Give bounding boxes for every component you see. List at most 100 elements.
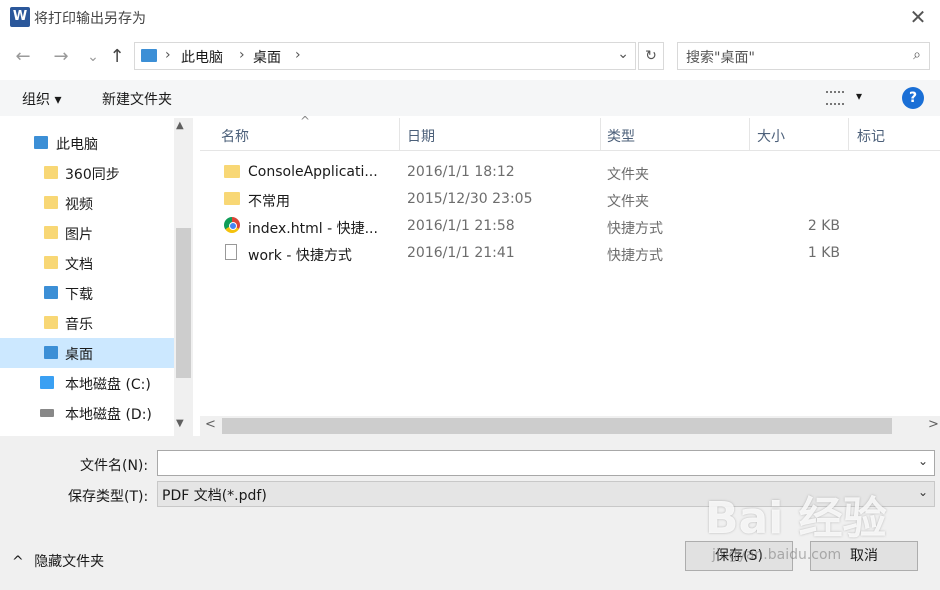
tree-item-label: 视频 <box>65 197 93 213</box>
file-row-work-shortcut[interactable]: work - 快捷方式 2016/1/1 21:41 快捷方式 1 KB <box>200 240 940 267</box>
breadcrumb-desktop[interactable]: 桌面 <box>253 47 281 67</box>
view-options-icon[interactable] <box>826 91 844 105</box>
video-folder-icon <box>44 196 58 209</box>
breadcrumb-this-pc[interactable]: 此电脑 <box>181 47 223 67</box>
pictures-folder-icon <box>44 226 58 239</box>
tree-item-label: 本地磁盘 (D:) <box>65 407 152 423</box>
file-type: 文件夹 <box>607 194 649 210</box>
column-type[interactable]: 类型 <box>607 126 635 146</box>
breadcrumb-separator-icon[interactable]: › <box>295 47 301 63</box>
scroll-down-arrow-icon[interactable]: ▼ <box>176 418 184 429</box>
sync-folder-icon <box>44 166 58 179</box>
scroll-up-arrow-icon[interactable]: ▲ <box>176 120 184 131</box>
filetype-label: 保存类型(T): <box>68 489 149 505</box>
tree-item-downloads[interactable]: 下载 <box>0 278 174 308</box>
column-size[interactable]: 大小 <box>757 126 785 146</box>
scroll-left-arrow-icon[interactable]: < <box>205 417 216 432</box>
scroll-right-arrow-icon[interactable]: > <box>928 417 939 432</box>
tree-item-drive-c[interactable]: 本地磁盘 (C:) <box>0 368 174 398</box>
file-type: 文件夹 <box>607 167 649 183</box>
search-input[interactable]: 搜索"桌面" ⌕ <box>677 42 930 70</box>
address-dropdown-icon[interactable]: ⌄ <box>617 46 629 62</box>
downloads-folder-icon <box>44 286 58 299</box>
help-icon[interactable]: ? <box>902 87 924 109</box>
baidu-watermark-logo: Bai 经验 <box>705 493 887 544</box>
computer-icon <box>34 136 48 149</box>
file-name: index.html - 快捷... <box>248 221 378 237</box>
column-date[interactable]: 日期 <box>407 126 435 146</box>
column-divider[interactable] <box>600 118 601 150</box>
tree-item-label: 桌面 <box>65 347 93 363</box>
drive-icon <box>40 409 54 417</box>
close-button[interactable]: ✕ <box>906 5 930 29</box>
file-row-index-html-shortcut[interactable]: index.html - 快捷... 2016/1/1 21:58 快捷方式 2… <box>200 213 940 240</box>
shortcut-icon <box>225 244 237 260</box>
file-name: 不常用 <box>248 194 290 210</box>
column-divider[interactable] <box>749 118 750 150</box>
file-date: 2015/12/30 23:05 <box>407 191 533 207</box>
tree-item-label: 此电脑 <box>56 137 98 153</box>
windows-drive-icon <box>40 376 54 389</box>
file-name: work - 快捷方式 <box>248 248 352 264</box>
filename-input[interactable]: ⌄ <box>157 450 935 476</box>
word-app-icon: W <box>10 7 30 27</box>
breadcrumb-separator-icon: › <box>165 47 171 63</box>
tree-item-label: 下载 <box>65 287 93 303</box>
chevron-up-icon: ^ <box>12 554 24 570</box>
file-date: 2016/1/1 18:12 <box>407 164 515 180</box>
file-date: 2016/1/1 21:58 <box>407 218 515 234</box>
tree-item-videos[interactable]: 视频 <box>0 188 174 218</box>
column-name[interactable]: 名称 <box>221 126 249 146</box>
filetype-value: PDF 文档(*.pdf) <box>162 488 267 504</box>
forward-arrow-icon[interactable]: → <box>50 46 72 68</box>
file-date: 2016/1/1 21:41 <box>407 245 515 261</box>
desktop-folder-icon <box>44 346 58 359</box>
tree-item-desktop[interactable]: 桌面 <box>0 338 174 368</box>
recent-locations-chevron-icon[interactable]: ⌄ <box>82 46 104 68</box>
filename-label: 文件名(N): <box>80 458 149 474</box>
search-placeholder: 搜索"桌面" <box>686 50 755 66</box>
tree-item-pictures[interactable]: 图片 <box>0 218 174 248</box>
file-name: ConsoleApplicati... <box>248 164 378 180</box>
baidu-watermark-url: jingyan.baidu.com <box>712 547 842 563</box>
address-bar[interactable]: › 此电脑 › 桌面 › ⌄ <box>134 42 636 70</box>
column-tags[interactable]: 标记 <box>857 126 885 146</box>
tree-item-music[interactable]: 音乐 <box>0 308 174 338</box>
view-dropdown-icon[interactable]: ▾ <box>856 89 862 103</box>
up-arrow-icon[interactable]: ↑ <box>106 46 128 68</box>
breadcrumb-separator-icon: › <box>239 47 245 63</box>
tree-item-drive-d[interactable]: 本地磁盘 (D:) <box>0 398 174 428</box>
navigation-scrollbar-thumb[interactable] <box>176 228 191 378</box>
sort-ascending-icon: ^ <box>300 114 311 128</box>
refresh-icon[interactable]: ↻ <box>638 42 664 70</box>
new-folder-button[interactable]: 新建文件夹 <box>102 89 172 109</box>
organize-menu-button[interactable]: 组织 ▾ <box>22 89 61 109</box>
file-type: 快捷方式 <box>607 221 663 237</box>
file-size: 2 KB <box>807 218 840 234</box>
window-title: 将打印输出另存为 <box>34 11 146 27</box>
chevron-down-icon[interactable]: ⌄ <box>918 485 928 499</box>
tree-item-this-pc[interactable]: 此电脑 <box>0 128 174 158</box>
chrome-shortcut-icon <box>224 217 240 233</box>
hide-folders-toggle[interactable]: ^ 隐藏文件夹 <box>12 551 104 571</box>
horizontal-scrollbar-thumb[interactable] <box>222 418 892 434</box>
desktop-location-icon <box>141 49 157 62</box>
column-divider[interactable] <box>848 118 849 150</box>
file-row-infrequent[interactable]: 不常用 2015/12/30 23:05 文件夹 <box>200 186 940 213</box>
search-icon[interactable]: ⌕ <box>913 47 921 63</box>
music-folder-icon <box>44 316 58 329</box>
column-header-row: 名称 ^ 日期 类型 大小 标记 <box>200 114 940 151</box>
file-type: 快捷方式 <box>607 248 663 264</box>
folder-icon <box>224 192 240 205</box>
tree-item-label: 本地磁盘 (C:) <box>65 377 151 393</box>
tree-item-documents[interactable]: 文档 <box>0 248 174 278</box>
back-arrow-icon[interactable]: ← <box>12 46 34 68</box>
tree-item-label: 图片 <box>65 227 93 243</box>
title-bar: W 将打印输出另存为 ✕ <box>0 0 940 34</box>
tree-item-360-sync[interactable]: 360同步 <box>0 158 174 188</box>
chevron-down-icon[interactable]: ⌄ <box>918 454 928 468</box>
navigation-pane: 此电脑 360同步 视频 图片 文档 下载 音乐 桌面 本地磁盘 (C:) 本地… <box>0 118 193 436</box>
toolbar: 组织 ▾ 新建文件夹 ▾ <box>0 80 940 116</box>
file-row-console-application[interactable]: ConsoleApplicati... 2016/1/1 18:12 文件夹 <box>200 159 940 186</box>
column-divider[interactable] <box>399 118 400 150</box>
